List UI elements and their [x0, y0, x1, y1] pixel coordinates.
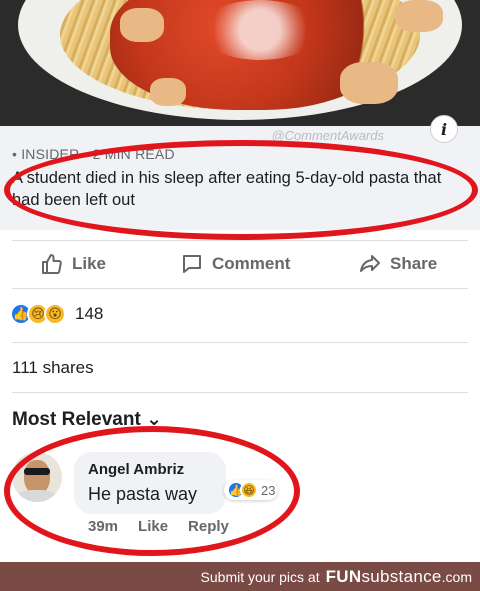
like-label: Like — [72, 254, 107, 273]
comment-icon — [183, 255, 201, 273]
wow-icon: 😮 — [44, 303, 66, 325]
footer-banner: Submit your pics at FUNsubstance .com — [0, 562, 480, 591]
footer-brand-rest: substance — [361, 566, 442, 586]
divider — [12, 342, 468, 343]
share-icon — [360, 255, 380, 272]
divider — [12, 392, 468, 393]
reactions-count: 148 — [75, 304, 104, 323]
footer-brand-bold: FUN — [325, 566, 362, 586]
parmesan — [200, 0, 320, 60]
chicken-chunk — [340, 62, 398, 104]
chicken-chunk — [120, 8, 164, 42]
divider — [12, 288, 468, 289]
divider — [12, 240, 468, 241]
footer-text: Submit your pics at — [200, 568, 320, 585]
like-button[interactable]: Like — [40, 252, 106, 276]
reactions-summary[interactable]: 👍 😢 😮 148 — [10, 303, 103, 325]
chicken-chunk — [150, 78, 186, 106]
footer-logo[interactable]: FUNsubstance — [326, 567, 442, 587]
highlight-circle-comment — [4, 426, 300, 556]
footer-tld: .com — [441, 568, 472, 585]
comment-button[interactable]: Comment — [180, 252, 290, 276]
post-image[interactable] — [0, 0, 480, 126]
info-icon[interactable]: i — [430, 115, 458, 143]
comment-label: Comment — [212, 254, 291, 273]
highlight-circle-headline — [4, 140, 478, 240]
share-label: Share — [390, 254, 438, 273]
thumbs-up-icon — [42, 254, 62, 274]
shares-count[interactable]: 111 shares — [12, 358, 94, 378]
share-button[interactable]: Share — [358, 252, 437, 276]
chicken-chunk — [395, 0, 443, 32]
